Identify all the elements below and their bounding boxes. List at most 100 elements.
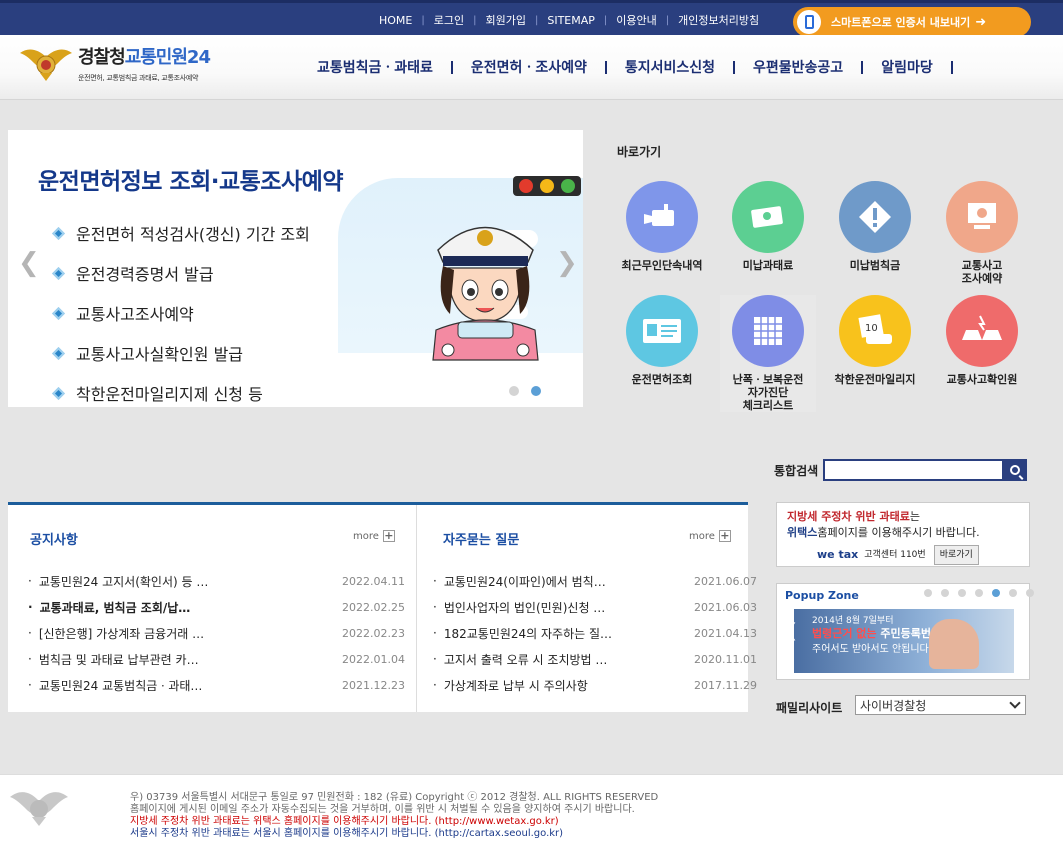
slide-link-accident-reservation[interactable]: 교통사고조사예약 [52,293,310,333]
list-item[interactable]: · 고지서 출력 오류 시 조치방법 … 2020.11.01 [433,646,763,672]
signup-link[interactable]: 회원가입 [477,12,535,28]
banner-highlight: 위택스 [787,526,818,539]
popup-dot[interactable] [1009,589,1017,597]
family-site-select[interactable]: 사이버경찰청 [855,695,1026,715]
quick-link-label: 미납범칙금 [849,259,901,272]
quick-link-label: 운전면허조회 [631,373,693,386]
slide-link-driving-record[interactable]: 운전경력증명서 발급 [52,253,310,293]
nav-license[interactable]: 운전면허ㆍ조사예약 [462,57,596,77]
slider-dot-active[interactable] [531,386,541,396]
quick-link-mileage[interactable]: 10 착한운전마일리지 [827,295,923,386]
list-item-title: 교통민원24 교통범칙금ㆍ과태… [38,678,203,693]
slide-link-license-renewal[interactable]: 운전면허 적성검사(갱신) 기간 조회 [52,213,310,253]
popup-zone: Popup Zone 2014년 8월 7일부터 법령근거 없는 주민등록번호 … [776,583,1034,680]
police-emblem-icon [20,49,72,81]
faq-more-button[interactable]: more + [689,530,731,542]
footer-wetax-notice[interactable]: 지방세 주정차 위반 과태료는 위택스 홈페이지를 이용해주시기 바랍니다. (… [130,816,658,828]
popup-dot[interactable] [941,589,949,597]
logo-title-service: 교통민원24 [124,47,211,68]
bullet: · [433,574,437,588]
banner-text: 홈페이지를 이용해주시기 바랍니다. [817,526,980,539]
accident-icon [946,295,1018,367]
list-item[interactable]: · 교통과태료, 범칙금 조회/납… 2022.02.25 [28,594,405,620]
sitemap-link[interactable]: SITEMAP [538,14,604,27]
list-item-title: 범칙금 및 과태료 납부관련 카… [38,652,199,667]
diamond-bullet-icon [52,386,65,400]
popup-banner-image[interactable]: 2014년 8월 7일부터 법령근거 없는 주민등록번호 주어서도 받아서도 안… [794,609,1014,673]
popup-zone-title: Popup Zone [785,589,859,602]
search-button[interactable] [1003,459,1027,481]
privacy-policy-link[interactable]: 개인정보처리방침 [669,12,768,28]
quick-link-unpaid-fine[interactable]: 미납과태료 [720,181,816,272]
footer-text: 우) 03739 서울특별시 서대문구 통일로 97 민원전화 : 182 (유… [130,792,658,840]
quick-link-checklist[interactable]: 난폭ㆍ보복운전 자가진단 체크리스트 [720,295,816,412]
list-item[interactable]: · 182교통민원24의 자주하는 질… 2021.04.13 [433,620,763,646]
diamond-bullet-icon [52,266,65,280]
popup-dot[interactable] [975,589,983,597]
slider-dot[interactable] [509,386,519,396]
list-item[interactable]: · 교통민원24(이파인)에서 범칙… 2021.06.07 [433,568,763,594]
footer-seoul-notice[interactable]: 서울시 주정차 위반 과태료는 서울시 홈페이지를 이용해주시기 바랍니다. (… [130,828,658,840]
bullet: · [433,652,437,666]
quick-link-unpaid-penalty[interactable]: 미납범칙금 [827,181,923,272]
popup-prev-arrow-icon[interactable]: ❮ [783,620,798,641]
wetax-banner[interactable]: 지방세 주정차 위반 과태료는 위택스홈페이지를 이용해주시기 바랍니다. we… [776,502,1030,567]
quick-link-license-inquiry[interactable]: 운전면허조회 [614,295,710,386]
nav-returned-mail[interactable]: 우편물반송공고 [744,57,852,77]
nav-notification[interactable]: 통지서비스신청 [616,57,724,77]
list-item[interactable]: · 교통민원24 고지서(확인서) 등 … 2022.04.11 [28,568,405,594]
slider-next-arrow-icon[interactable]: ❯ [556,248,578,278]
family-site-selected: 사이버경찰청 [860,698,927,713]
slide-link-label: 운전면허 적성검사(갱신) 기간 조회 [76,225,310,244]
list-item[interactable]: · 범칙금 및 과태료 납부관련 카… 2022.01.04 [28,646,405,672]
quick-link-accident-certificate[interactable]: 교통사고확인원 [934,295,1030,386]
footer-email-notice: 홈페이지에 게시된 이메일 주소가 자동수집되는 것을 거부하며, 이를 위반 … [130,804,635,815]
plus-icon: + [718,529,731,542]
popup-dot[interactable] [1026,589,1034,597]
faq-title[interactable]: 자주묻는 질문 [443,529,519,548]
popup-pagination [924,589,1043,597]
hand-illustration [929,619,979,669]
notice-list: · 교통민원24 고지서(확인서) 등 … 2022.04.11 · 교통과태료, 범… [28,568,405,698]
list-item[interactable]: · 법인사업자의 법인(민원)신청 … 2021.06.03 [433,594,763,620]
popup-dot-active[interactable] [992,589,1000,597]
guide-link[interactable]: 이용안내 [607,12,665,28]
slide-link-accident-certificate[interactable]: 교통사고사실확인원 발급 [52,333,310,373]
list-item-title: 고지서 출력 오류 시 조치방법 … [443,652,608,667]
notice-more-button[interactable]: more + [353,530,395,542]
slider-prev-arrow-icon[interactable]: ❮ [18,248,40,278]
nav-notice-board[interactable]: 알림마당 [872,57,942,77]
nav-fines[interactable]: 교통범칙금ㆍ과태료 [308,57,442,77]
quick-link-accident-reservation[interactable]: 교통사고 조사예약 [934,181,1030,285]
popup-next-arrow-icon[interactable]: ❯ [1013,620,1028,641]
popup-dot[interactable] [958,589,966,597]
quick-link-enforcement[interactable]: 최근무인단속내역 [614,181,710,272]
search-input[interactable] [823,459,1004,481]
slide-link-mileage[interactable]: 착한운전마일리지제 신청 등 [52,373,310,407]
popup-dot[interactable] [924,589,932,597]
more-label: more [353,530,379,542]
divider [733,60,736,74]
footer: 우) 03739 서울특별시 서대문구 통일로 97 민원전화 : 182 (유… [0,774,1063,861]
login-link[interactable]: 로그인 [425,12,473,28]
slide-link-label: 운전경력증명서 발급 [76,265,214,284]
wetax-go-button[interactable]: 바로가기 [933,545,979,565]
list-item[interactable]: · 가상계좌로 납부 시 주의사항 2017.11.29 [433,672,763,698]
notice-title[interactable]: 공지사항 [30,529,78,548]
quick-link-label: 착한운전마일리지 [834,373,916,386]
chevron-down-icon [1009,697,1021,709]
site-logo[interactable]: 경찰청교통민원24 운전면허, 교통범칙금 과태료, 교통조사예약 [18,43,211,83]
smartphone-icon [797,10,821,34]
export-certificate-button[interactable]: 스마트폰으로 인증서 내보내기 ➜ [793,7,1031,37]
police-character-illustration [432,226,539,361]
home-link[interactable]: HOME [370,14,421,27]
list-item-title: [신한은행] 가상계좌 금융거래 … [38,626,205,641]
list-item-date: 2021.04.13 [694,626,757,640]
list-item[interactable]: · 교통민원24 교통범칙금ㆍ과태… 2021.12.23 [28,672,405,698]
quick-link-label: 미납과태료 [742,259,794,272]
list-item[interactable]: · [신한은행] 가상계좌 금융거래 … 2022.02.23 [28,620,405,646]
list-item-date: 2020.11.01 [694,652,757,666]
police-emblem-gray-icon [10,792,68,826]
traffic-light-icon [513,176,581,196]
export-certificate-label: 스마트폰으로 인증서 내보내기 [831,16,971,29]
